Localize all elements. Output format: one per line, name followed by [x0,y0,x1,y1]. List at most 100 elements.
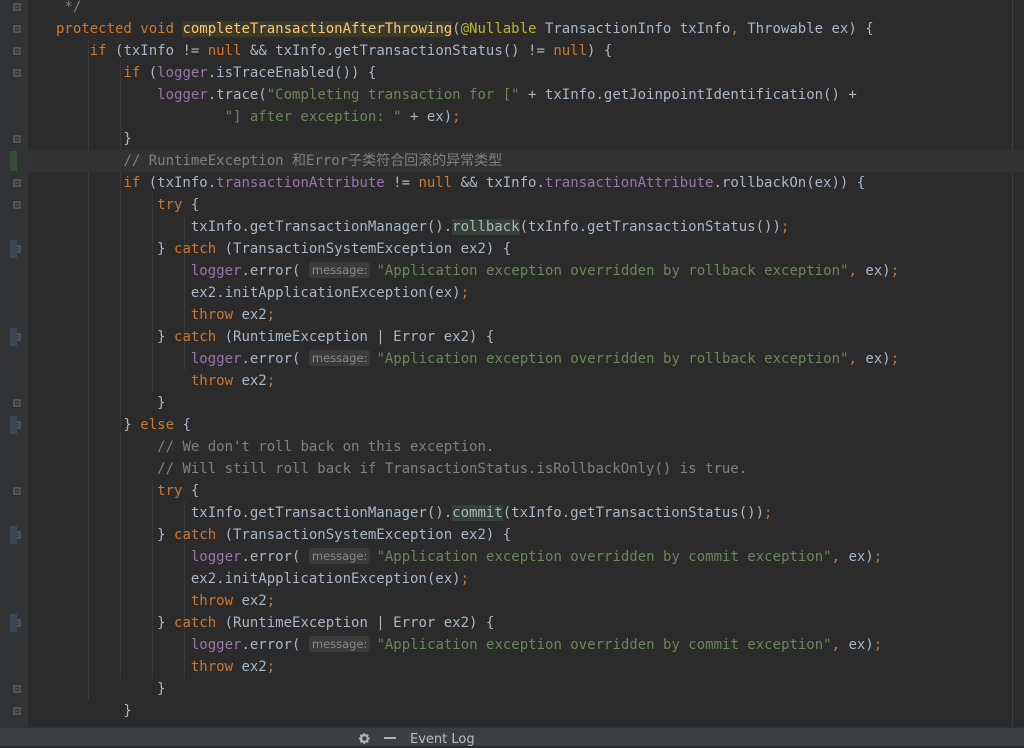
code-token: ex2 [241,307,267,323]
code-token: catch [174,329,225,345]
code-line[interactable]: "] after exception: " + ex); [28,106,461,128]
code-line[interactable]: } else { [28,414,191,436]
code-line[interactable]: throw ex2; [28,656,275,678]
code-token: (TransactionSystemException ex2) { [224,241,512,257]
code-token: ex2 [241,593,267,609]
code-line[interactable]: } [28,678,165,700]
code-token: Throwable ex) { [747,21,874,37]
fold-marker-icon[interactable] [12,178,22,188]
code-line[interactable]: } catch (RuntimeException | Error ex2) { [28,326,494,348]
code-line[interactable]: logger.error( message: "Application excep… [28,634,882,656]
code-token: ( [452,21,461,37]
code-token: void [140,21,183,37]
fold-marker-icon[interactable] [12,200,22,210]
code-line[interactable]: txInfo.getTransactionManager().commit(tx… [28,502,772,524]
code-line[interactable]: // Will still roll back if TransactionSt… [28,458,747,480]
code-token: ; [890,351,900,367]
code-editor[interactable]: */ protected void completeTransactionAfte… [28,0,1024,727]
code-token: TransactionInfo txInfo [536,21,731,37]
code-line[interactable]: logger.trace("Completing transaction for… [28,84,857,106]
gutter-marker[interactable] [10,328,17,346]
code-token: catch [174,527,225,543]
code-token: // RuntimeException 和Error子类符合回滚的异常类型 [123,153,503,169]
code-line[interactable]: if (txInfo.transactionAttribute != null … [28,172,865,194]
gutter-marker[interactable] [10,240,17,258]
code-line[interactable]: throw ex2; [28,590,275,612]
code-line[interactable]: } catch (TransactionSystemException ex2)… [28,238,511,260]
code-line[interactable]: ex2.initApplicationException(ex); [28,568,469,590]
code-token: txInfo.getTransactionManager(). [56,219,453,235]
code-line[interactable]: protected void completeTransactionAfterT… [28,18,874,40]
fold-marker-icon[interactable] [12,2,22,12]
tool-window-bar: Event Log [0,727,1024,748]
gutter-marker[interactable] [10,526,17,544]
code-token: { [190,197,200,213]
code-token: ; [460,571,470,587]
code-token: } [56,703,132,719]
code-line[interactable]: } [28,392,166,414]
fold-marker-icon[interactable] [12,134,22,144]
code-line[interactable]: throw ex2; [28,370,275,392]
code-line[interactable]: if (txInfo != null && txInfo.getTransact… [28,40,613,62]
code-token: && txInfo. [460,175,545,191]
code-line[interactable]: try { [28,480,199,502]
code-line[interactable]: ex2.initApplicationException(ex); [28,282,469,304]
gear-icon[interactable] [357,731,371,745]
code-token: ) { [587,43,613,59]
code-token: "Application exception overridden by com… [376,549,832,565]
code-token: != [384,175,419,191]
code-token: } [56,395,166,411]
code-token: { [182,417,191,433]
fold-marker-icon[interactable] [12,398,22,408]
fold-marker-icon[interactable] [12,24,22,34]
fold-marker-icon[interactable] [12,46,22,56]
code-line[interactable]: logger.error( message: "Application excep… [28,260,899,282]
fold-marker-icon[interactable] [12,68,22,78]
code-line[interactable]: } catch (RuntimeException | Error ex2) { [28,612,494,634]
code-token: } [56,417,141,433]
code-line[interactable]: try { [28,194,199,216]
gutter-marker[interactable] [10,614,17,632]
minus-icon[interactable] [383,731,397,745]
parameter-hint: message: [308,262,371,278]
event-log-tab[interactable]: Event Log [410,732,475,748]
code-line[interactable]: logger.error( message: "Application excep… [28,348,899,370]
code-line[interactable]: throw ex2; [28,304,275,326]
fold-marker-icon[interactable] [12,486,22,496]
code-token: logger [190,351,242,367]
code-line[interactable]: } [28,700,132,722]
code-line[interactable]: } [28,128,132,150]
code-token: null [418,175,461,191]
code-token: logger [190,263,242,279]
code-token: .trace( [207,87,267,103]
fold-marker-icon[interactable] [12,706,22,716]
code-token: (TransactionSystemException ex2) { [224,527,512,543]
gutter-marker[interactable] [10,416,17,434]
code-token: ; [460,285,470,301]
code-line[interactable]: txInfo.getTransactionManager().rollback(… [28,216,789,238]
code-token: txInfo.getTransactionManager(). [56,505,453,521]
vcs-change-marker[interactable] [10,151,17,171]
code-line[interactable]: logger.error( message: "Application excep… [28,546,882,568]
code-token: commit [452,505,503,521]
code-token: , [730,21,748,37]
code-line[interactable]: if (logger.isTraceEnabled()) { [28,62,376,84]
code-token: ; [873,637,883,653]
code-token: } [56,131,132,147]
code-token: && txInfo.getTransactionStatus() != [249,43,554,59]
right-margin-guide [1012,0,1013,727]
code-line[interactable]: // We don't roll back on this exception. [28,436,494,458]
fold-marker-icon[interactable] [12,684,22,694]
code-line[interactable]: } catch (TransactionSystemException ex2)… [28,524,511,546]
code-token: */ [56,0,82,15]
code-token: (txInfo. [148,175,217,191]
code-token: "Application exception overridden by rol… [376,263,849,279]
code-line[interactable]: // RuntimeException 和Error子类符合回滚的异常类型 [28,150,1024,172]
code-line[interactable]: */ [28,0,81,18]
code-token: throw [56,307,242,323]
